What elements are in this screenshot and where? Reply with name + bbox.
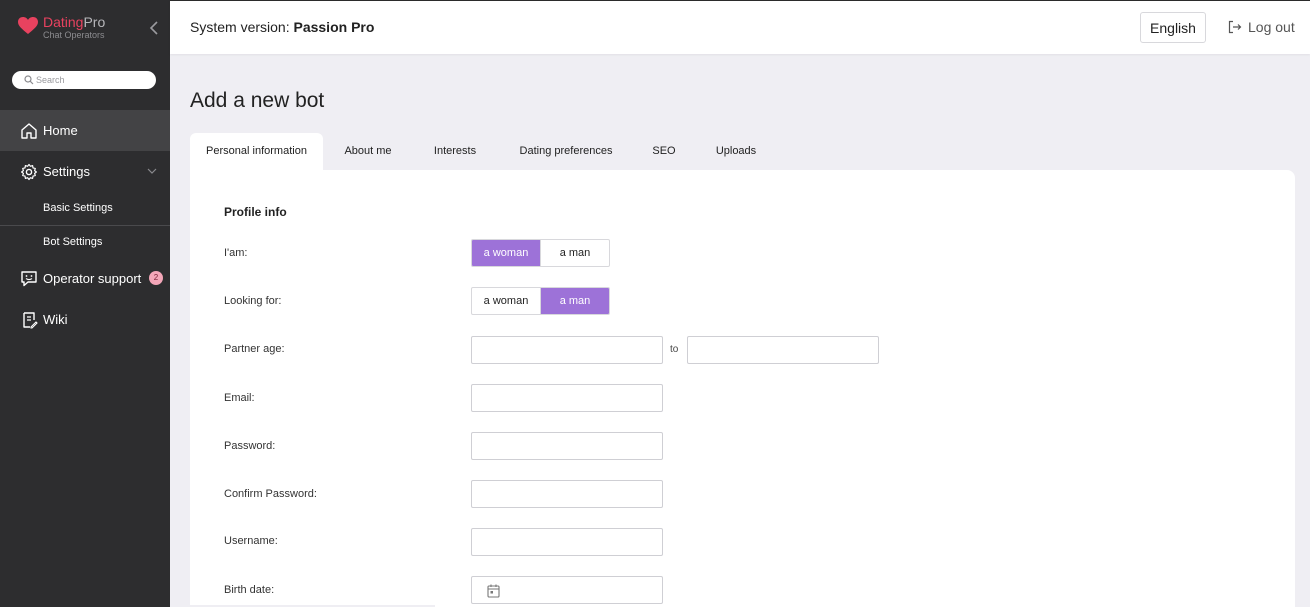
calendar-icon xyxy=(487,584,500,598)
tab-about-me[interactable]: About me xyxy=(336,133,400,171)
logout-icon xyxy=(1228,20,1242,34)
sidebar-subitem-label: Bot Settings xyxy=(43,236,103,248)
notification-badge: 2 xyxy=(149,271,163,285)
collapse-sidebar-icon[interactable] xyxy=(148,20,160,36)
password-field[interactable] xyxy=(471,432,663,460)
tab-seo[interactable]: SEO xyxy=(647,133,681,171)
iam-option-woman[interactable]: a woman xyxy=(472,240,541,266)
partner-age-to-label: to xyxy=(670,344,679,355)
wiki-icon xyxy=(23,312,38,329)
password-label: Password: xyxy=(224,440,276,452)
chat-support-icon xyxy=(21,271,37,287)
brand-name: DatingPro xyxy=(43,14,106,30)
logout-label: Log out xyxy=(1248,19,1295,35)
section-title: Profile info xyxy=(224,205,287,219)
iam-label: I'am: xyxy=(224,247,248,259)
sidebar-item-label: Wiki xyxy=(43,312,68,327)
partner-age-label: Partner age: xyxy=(224,343,285,355)
username-label: Username: xyxy=(224,535,278,547)
sidebar-subitem-bot-settings[interactable]: Bot Settings xyxy=(0,225,170,258)
looking-option-woman[interactable]: a woman xyxy=(472,288,541,314)
tab-personal-information[interactable]: Personal information xyxy=(190,133,323,171)
looking-option-man[interactable]: a man xyxy=(541,288,609,314)
tab-interests[interactable]: Interests xyxy=(426,133,484,171)
home-icon xyxy=(21,123,37,139)
search-input[interactable] xyxy=(36,71,150,89)
sidebar-item-label: Settings xyxy=(43,164,90,179)
language-button[interactable]: English xyxy=(1140,12,1206,43)
brand-subtitle: Chat Operators xyxy=(43,30,105,40)
confirm-password-label: Confirm Password: xyxy=(224,488,317,500)
sidebar-subitem-basic-settings[interactable]: Basic Settings xyxy=(0,192,170,225)
username-field[interactable] xyxy=(471,528,663,556)
sidebar-item-home[interactable]: Home xyxy=(0,110,170,151)
sidebar-item-label: Home xyxy=(43,123,78,138)
page-title: Add a new bot xyxy=(190,89,325,112)
iam-toggle: a woman a man xyxy=(471,239,610,267)
sidebar-item-wiki[interactable]: Wiki xyxy=(0,299,170,340)
tab-dating-preferences[interactable]: Dating preferences xyxy=(510,133,622,171)
partner-age-to-input[interactable] xyxy=(687,336,879,364)
system-version-value: Passion Pro xyxy=(293,19,375,35)
logo[interactable]: DatingPro Chat Operators xyxy=(18,14,128,44)
email-label: Email: xyxy=(224,392,255,404)
search-icon xyxy=(24,75,34,85)
sidebar-subitem-label: Basic Settings xyxy=(43,202,113,214)
birth-date-label: Birth date: xyxy=(224,584,275,596)
sidebar-item-label: Operator support xyxy=(43,271,142,286)
sidebar-item-settings[interactable]: Settings xyxy=(0,151,170,192)
looking-for-toggle: a woman a man xyxy=(471,287,610,315)
tab-uploads[interactable]: Uploads xyxy=(708,133,764,171)
gear-icon xyxy=(21,163,37,181)
email-field[interactable] xyxy=(471,384,663,412)
system-version: System version: Passion Pro xyxy=(190,19,375,35)
search-box[interactable] xyxy=(12,71,156,89)
chevron-down-icon xyxy=(147,168,157,174)
top-bar: System version: Passion Pro English Log … xyxy=(170,0,1310,54)
sidebar: DatingPro Chat Operators Home Settings B… xyxy=(0,0,170,607)
form-card: Profile info I'am: a woman a man Looking… xyxy=(190,170,1295,607)
iam-option-man[interactable]: a man xyxy=(541,240,609,266)
heart-logo-icon xyxy=(18,17,38,34)
birth-date-picker[interactable] xyxy=(471,576,663,604)
partner-age-from-input[interactable] xyxy=(471,336,663,364)
sidebar-item-operator-support[interactable]: Operator support 2 xyxy=(0,258,170,299)
confirm-password-field[interactable] xyxy=(471,480,663,508)
looking-for-label: Looking for: xyxy=(224,295,282,307)
